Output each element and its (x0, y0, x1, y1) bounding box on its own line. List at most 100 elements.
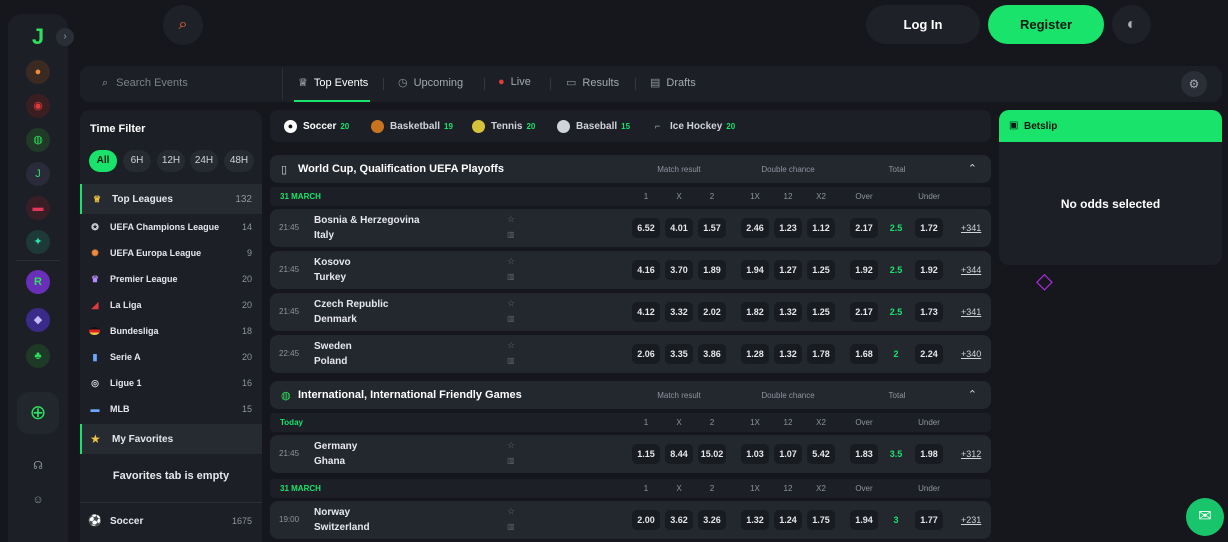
promotions-icon[interactable]: ✦ (26, 230, 50, 254)
league-top-leagues[interactable]: ♕ Top Leagues 132 (80, 184, 262, 214)
header-search-icon[interactable]: ⌕ (163, 5, 203, 45)
language-globe-icon[interactable]: ◐ (1112, 5, 1151, 44)
tab-results[interactable]: ▭ Results (566, 76, 619, 89)
odds-button[interactable]: 1.83 (850, 444, 878, 464)
odds-button[interactable]: 1.07 (774, 444, 802, 464)
odds-button[interactable]: 4.16 (632, 260, 660, 280)
league-la-liga[interactable]: ◢ La Liga 20 (80, 292, 262, 318)
sport-tab-ice-hockey[interactable]: ⌐ Ice Hockey 20 (651, 120, 735, 133)
event-row[interactable]: 19:00 Norway Switzerland ☆ ▥ 2.00 3.62 3.26 1.32… (270, 501, 991, 539)
odds-button[interactable]: 1.12 (807, 218, 835, 238)
time-filter-6h[interactable]: 6H (123, 150, 151, 172)
stats-icon[interactable]: ▥ (507, 230, 515, 239)
odds-button[interactable]: 1.03 (741, 444, 769, 464)
rewards-icon[interactable]: R (26, 270, 50, 294)
tab-upcoming[interactable]: ◷ Upcoming (398, 76, 463, 89)
odds-button[interactable]: 1.92 (915, 260, 943, 280)
odds-button[interactable]: 2.00 (632, 510, 660, 530)
odds-button[interactable]: 8.44 (665, 444, 693, 464)
event-row[interactable]: 22:45 Sweden Poland ☆ ▥ 2.06 3.35 3.86 1.28 1.32 1… (270, 335, 991, 373)
favorite-star-icon[interactable]: ☆ (507, 214, 515, 225)
time-filter-12h[interactable]: 12H (157, 150, 185, 172)
odds-button[interactable]: 6.52 (632, 218, 660, 238)
tab-top-events[interactable]: ♕ Top Events (298, 76, 368, 89)
time-filter-all[interactable]: All (89, 150, 117, 172)
sidebar-sport-soccer[interactable]: ⚽ Soccer 1675 (80, 502, 262, 536)
event-row[interactable]: 21:45 Bosnia & Herzegovina Italy ☆ ▥ 6.52 4.01… (270, 209, 991, 247)
stats-icon[interactable]: ▥ (507, 272, 515, 281)
odds-button[interactable]: 1.57 (698, 218, 726, 238)
league-ucl[interactable]: ✪ UEFA Champions League 14 (80, 214, 262, 240)
tab-drafts[interactable]: ▤ Drafts (650, 76, 696, 89)
brand-games-icon[interactable]: J (26, 162, 50, 186)
odds-button[interactable]: 1.82 (741, 302, 769, 322)
league-premier-league[interactable]: ♛ Premier League 20 (80, 266, 262, 292)
brand-logo[interactable]: J (27, 26, 49, 48)
odds-button[interactable]: 1.92 (850, 260, 878, 280)
more-markets-link[interactable]: +344 (961, 265, 981, 275)
odds-button[interactable]: 1.27 (774, 260, 802, 280)
event-group-header[interactable]: ▯ World Cup, Qualification UEFA Playoffs M… (270, 155, 991, 183)
odds-button[interactable]: 1.78 (807, 344, 835, 364)
odds-button[interactable]: 1.72 (915, 218, 943, 238)
stats-icon[interactable]: ▥ (507, 314, 515, 323)
login-button[interactable]: Log In (866, 5, 980, 44)
tab-live[interactable]: ● Live (498, 76, 531, 88)
league-ligue-1[interactable]: ◎ Ligue 1 16 (80, 370, 262, 396)
odds-button[interactable]: 1.89 (698, 260, 726, 280)
more-markets-link[interactable]: +341 (961, 223, 981, 233)
odds-button[interactable]: 3.32 (665, 302, 693, 322)
odds-button[interactable]: 5.42 (807, 444, 835, 464)
odds-button[interactable]: 15.02 (698, 444, 726, 464)
odds-button[interactable]: 3.35 (665, 344, 693, 364)
sport-tab-basketball[interactable]: Basketball 19 (371, 120, 453, 133)
odds-button[interactable]: 1.75 (807, 510, 835, 530)
shop-icon[interactable]: ⊕ (17, 392, 59, 434)
favorite-star-icon[interactable]: ☆ (507, 340, 515, 351)
odds-button[interactable]: 1.98 (915, 444, 943, 464)
odds-button[interactable]: 2.06 (632, 344, 660, 364)
stats-icon[interactable]: ▥ (507, 456, 515, 465)
favorite-star-icon[interactable]: ☆ (507, 298, 515, 309)
odds-button[interactable]: 2.24 (915, 344, 943, 364)
odds-button[interactable]: 4.12 (632, 302, 660, 322)
live-casino-icon[interactable]: ◉ (26, 94, 50, 118)
more-markets-link[interactable]: +231 (961, 515, 981, 525)
register-button[interactable]: Register (988, 5, 1104, 44)
time-filter-48h[interactable]: 48H (224, 150, 254, 172)
vip-icon[interactable]: ◆ (26, 308, 50, 332)
favorite-star-icon[interactable]: ☆ (507, 256, 515, 267)
users-icon[interactable]: ☺ (26, 488, 50, 512)
sport-tab-baseball[interactable]: Baseball 15 (557, 120, 630, 133)
odds-button[interactable]: 2.46 (741, 218, 769, 238)
odds-button[interactable]: 1.15 (632, 444, 660, 464)
sports-icon[interactable]: ◍ (26, 128, 50, 152)
odds-button[interactable]: 3.26 (698, 510, 726, 530)
odds-button[interactable]: 1.25 (807, 302, 835, 322)
odds-button[interactable]: 1.32 (741, 510, 769, 530)
chevron-up-icon[interactable]: ⌃ (968, 388, 977, 401)
odds-button[interactable]: 1.68 (850, 344, 878, 364)
odds-button[interactable]: 2.02 (698, 302, 726, 322)
odds-button[interactable]: 1.24 (774, 510, 802, 530)
league-serie-a[interactable]: ▮ Serie A 20 (80, 344, 262, 370)
odds-button[interactable]: 1.32 (774, 302, 802, 322)
odds-button[interactable]: 3.86 (698, 344, 726, 364)
odds-button[interactable]: 1.77 (915, 510, 943, 530)
favorite-star-icon[interactable]: ☆ (507, 440, 515, 451)
club-icon[interactable]: ♣ (26, 344, 50, 368)
favorite-star-icon[interactable]: ☆ (507, 506, 515, 517)
more-markets-link[interactable]: +341 (961, 307, 981, 317)
odds-button[interactable]: 2.17 (850, 218, 878, 238)
more-markets-link[interactable]: +340 (961, 349, 981, 359)
odds-button[interactable]: 1.32 (774, 344, 802, 364)
event-row[interactable]: 21:45 Czech Republic Denmark ☆ ▥ 4.12 3.32 2.02… (270, 293, 991, 331)
odds-button[interactable]: 1.23 (774, 218, 802, 238)
chat-support-button[interactable]: ✉ (1186, 498, 1224, 536)
support-headset-icon[interactable]: ☊ (26, 454, 50, 478)
more-markets-link[interactable]: +312 (961, 449, 981, 459)
stats-icon[interactable]: ▥ (507, 356, 515, 365)
event-search-input[interactable]: ⌕ Search Events (102, 77, 188, 90)
odds-button[interactable]: 4.01 (665, 218, 693, 238)
odds-button[interactable]: 1.94 (850, 510, 878, 530)
